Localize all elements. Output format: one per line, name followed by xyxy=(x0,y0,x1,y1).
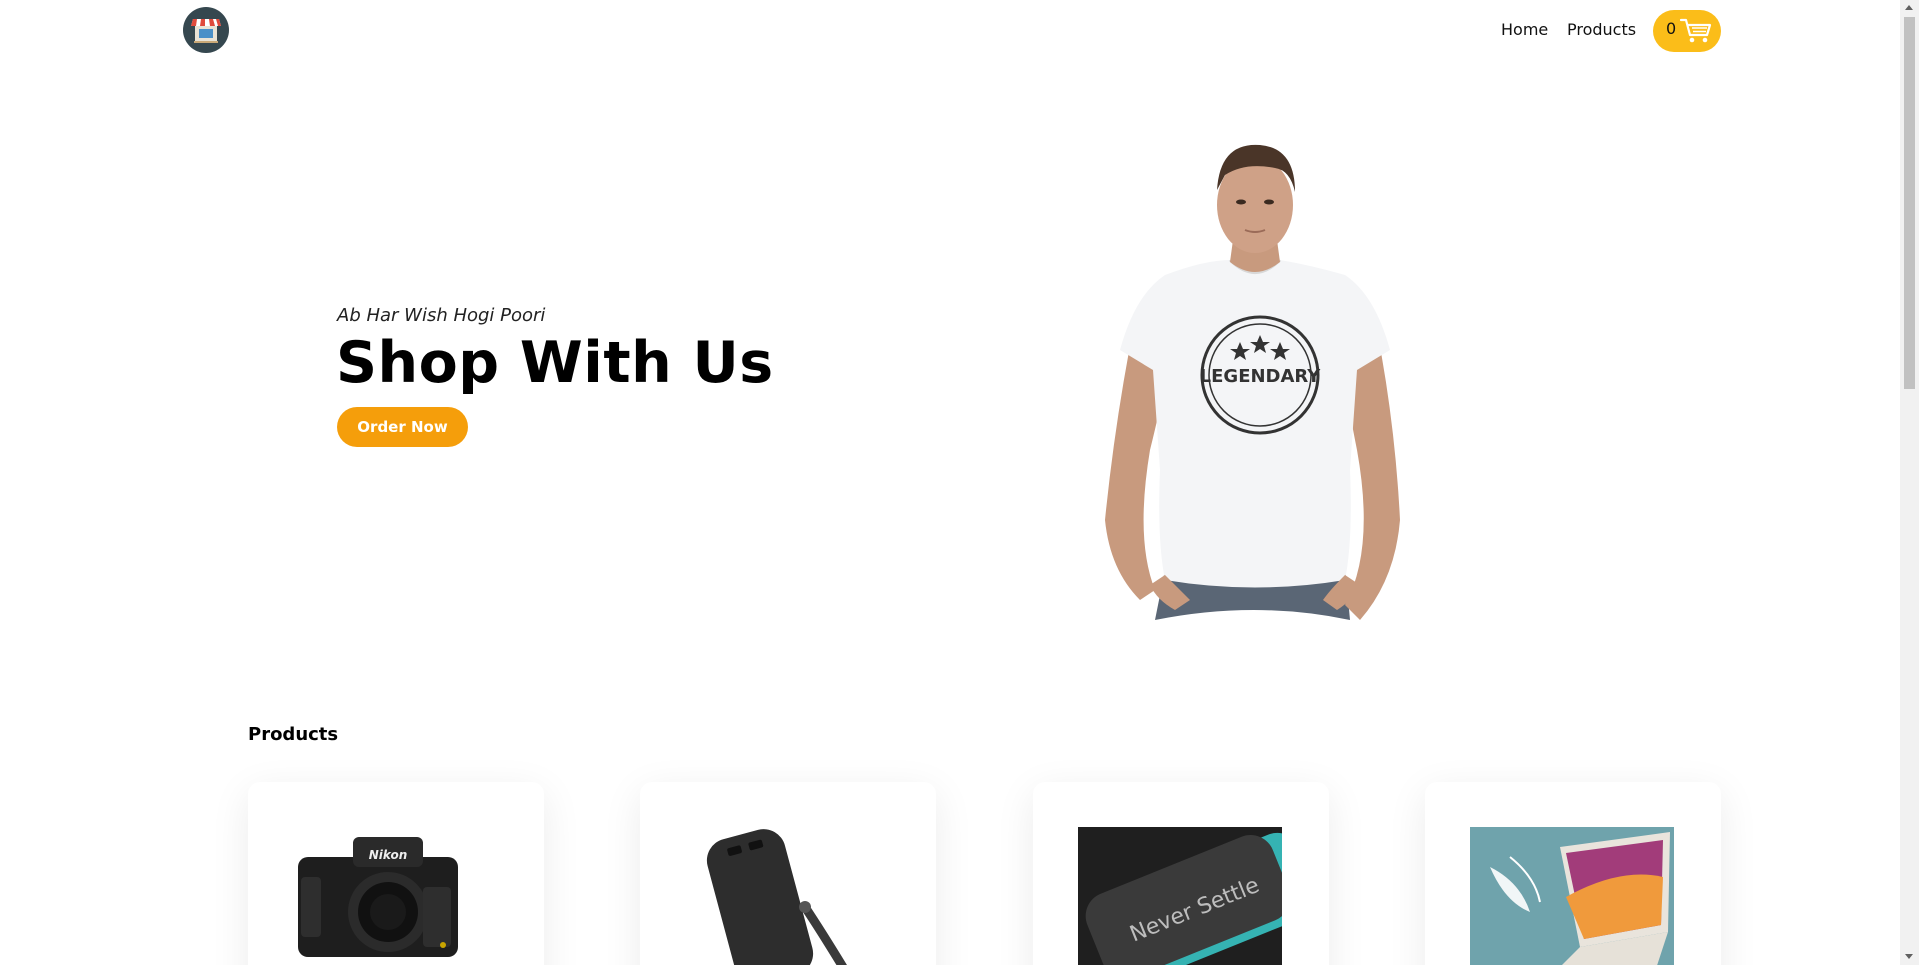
shopping-cart-icon xyxy=(1679,18,1712,43)
order-now-button[interactable]: Order Now xyxy=(337,407,468,447)
power-bank-image xyxy=(685,827,889,965)
cart-count: 0 xyxy=(1666,19,1677,38)
vertical-scrollbar[interactable] xyxy=(1900,0,1919,965)
hero-tagline: Ab Har Wish Hogi Poori xyxy=(337,305,546,326)
product-card-laptop[interactable] xyxy=(1425,782,1721,965)
scroll-down-arrow-icon[interactable] xyxy=(1905,954,1913,959)
cart-button[interactable]: 0 xyxy=(1653,10,1721,52)
hero-title: Shop With Us xyxy=(336,330,774,396)
camera-brand-text: Nikon xyxy=(369,848,408,862)
page: Home Products 0 Ab Har Wish Hogi Poori S… xyxy=(0,0,1900,965)
scrollbar-thumb[interactable] xyxy=(1904,17,1915,389)
camera-image: Nikon xyxy=(293,827,497,965)
products-section-title: Products xyxy=(248,724,339,745)
tshirt-print-text: LEGENDARY xyxy=(1200,366,1322,387)
nav-products-link[interactable]: Products xyxy=(1567,20,1636,39)
power-bank-never-settle-image: Never Settle xyxy=(1078,827,1282,965)
product-card-camera[interactable]: Nikon xyxy=(248,782,544,965)
laptop-image xyxy=(1470,827,1674,965)
storefront-logo-icon[interactable] xyxy=(183,7,229,53)
nav-home-link[interactable]: Home xyxy=(1501,20,1548,39)
hero-model-image: LEGENDARY xyxy=(1095,120,1415,630)
product-card-never-settle-power-bank[interactable]: Never Settle xyxy=(1033,782,1329,965)
product-card-power-bank[interactable] xyxy=(640,782,936,965)
scroll-up-arrow-icon[interactable] xyxy=(1905,5,1913,10)
